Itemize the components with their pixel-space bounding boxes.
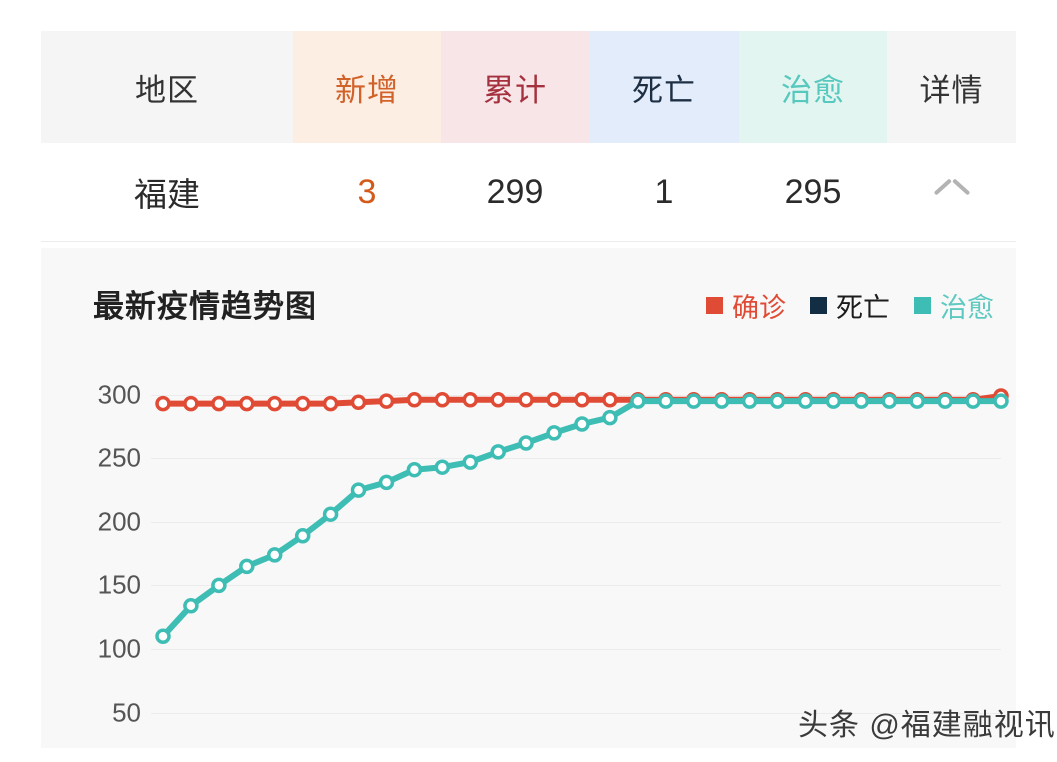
chart-plot-area: 300 250 200 150 100 50: [41, 340, 1016, 748]
data-point[interactable]: [239, 395, 255, 412]
data-point[interactable]: [462, 454, 479, 470]
data-point[interactable]: [266, 395, 283, 412]
cell-death: 1: [654, 172, 674, 211]
data-point[interactable]: [518, 435, 534, 451]
legend-label-death: 死亡: [836, 293, 890, 323]
legend-item-cured[interactable]: 治愈: [914, 286, 994, 325]
column-header-new[interactable]: 新增: [293, 31, 441, 143]
data-point[interactable]: [350, 394, 367, 411]
data-point[interactable]: [294, 395, 311, 412]
table-header-row: 地区 新增 累计 死亡 治愈 详情: [41, 31, 1016, 143]
data-point[interactable]: [211, 395, 227, 412]
legend-swatch-death: [810, 297, 827, 314]
column-header-total[interactable]: 累计: [441, 31, 589, 143]
legend-item-confirmed[interactable]: 确诊: [706, 286, 786, 325]
data-point[interactable]: [266, 547, 283, 563]
data-point[interactable]: [797, 393, 814, 409]
chevron-up-icon[interactable]: [935, 183, 969, 201]
cell-cured: 295: [784, 172, 842, 211]
column-header-death[interactable]: 死亡: [589, 31, 739, 143]
cell-detail-toggle[interactable]: [887, 143, 1016, 241]
data-point[interactable]: [155, 628, 171, 645]
legend-label-cured: 治愈: [940, 293, 994, 323]
column-header-region[interactable]: 地区: [41, 31, 293, 143]
series-line-cured: [160, 398, 1004, 640]
epidemic-table: 地区 新增 累计 死亡 治愈 详情 福建 3 299 1 295: [41, 31, 1016, 242]
table-row[interactable]: 福建 3 299 1 295: [41, 143, 1016, 242]
data-point[interactable]: [853, 393, 870, 409]
data-point[interactable]: [322, 395, 339, 412]
chart-svg: [155, 388, 1009, 645]
data-point[interactable]: [183, 598, 199, 614]
page-root: 地区 新增 累计 死亡 治愈 详情 福建 3 299 1 295 最新疫情趋势图: [0, 0, 1057, 762]
chart-header: 最新疫情趋势图 确诊 死亡 治愈: [41, 248, 1016, 340]
data-point[interactable]: [741, 393, 758, 409]
data-point[interactable]: [993, 393, 1009, 409]
data-point[interactable]: [685, 393, 702, 409]
data-point[interactable]: [574, 416, 590, 432]
watermark: 头条 @福建融视讯: [798, 709, 1056, 742]
chart-title: 最新疫情趋势图: [93, 289, 317, 324]
legend-swatch-confirmed: [706, 297, 723, 314]
column-header-cured[interactable]: 治愈: [739, 31, 887, 143]
data-point[interactable]: [490, 392, 506, 408]
trend-chart-panel: 最新疫情趋势图 确诊 死亡 治愈 300 250 200 150 100 50: [41, 248, 1016, 748]
data-point[interactable]: [937, 393, 953, 409]
data-point[interactable]: [183, 395, 199, 412]
legend-swatch-cured: [914, 297, 931, 314]
cell-new: 3: [357, 172, 377, 211]
data-point[interactable]: [350, 482, 367, 498]
data-point[interactable]: [490, 444, 506, 460]
data-point[interactable]: [462, 392, 479, 408]
data-point[interactable]: [434, 459, 451, 475]
data-point[interactable]: [602, 409, 618, 426]
data-point[interactable]: [881, 393, 898, 409]
data-point[interactable]: [602, 392, 618, 408]
data-point[interactable]: [155, 395, 171, 412]
data-point[interactable]: [713, 393, 730, 409]
data-point[interactable]: [909, 393, 925, 409]
data-point[interactable]: [769, 393, 786, 409]
data-point[interactable]: [518, 392, 534, 408]
column-header-detail[interactable]: 详情: [887, 31, 1016, 143]
data-point[interactable]: [546, 392, 562, 408]
data-point[interactable]: [322, 506, 339, 522]
data-point[interactable]: [965, 393, 981, 409]
data-point[interactable]: [239, 558, 255, 575]
data-point[interactable]: [378, 393, 395, 409]
data-point[interactable]: [658, 393, 674, 409]
data-point[interactable]: [378, 474, 395, 491]
legend-item-death[interactable]: 死亡: [810, 286, 890, 325]
legend-label-confirmed: 确诊: [732, 293, 786, 323]
chart-legend: 确诊 死亡 治愈: [706, 286, 994, 325]
data-point[interactable]: [211, 577, 227, 594]
data-point[interactable]: [630, 393, 646, 409]
cell-region: 福建: [134, 176, 200, 213]
data-point[interactable]: [574, 392, 590, 408]
data-point[interactable]: [825, 393, 842, 409]
data-point[interactable]: [406, 461, 423, 478]
data-point[interactable]: [546, 425, 562, 441]
cell-total: 299: [486, 172, 544, 211]
data-point[interactable]: [434, 392, 451, 408]
data-point[interactable]: [406, 392, 423, 408]
data-point[interactable]: [294, 528, 311, 544]
